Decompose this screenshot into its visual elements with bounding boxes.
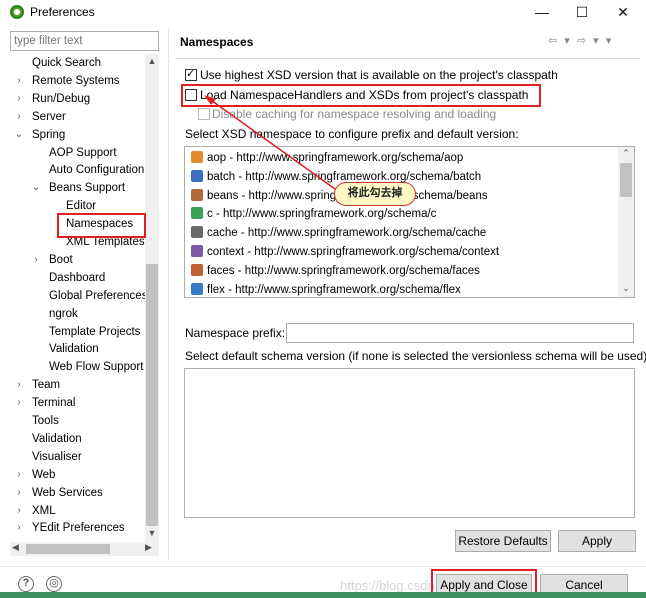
tree-item-label: Beans Support	[49, 182, 126, 195]
eclipse-app-icon	[10, 5, 24, 19]
namespace-icon	[191, 207, 203, 220]
tree-expand-icon[interactable]: ›	[14, 72, 24, 90]
scroll-up-icon[interactable]: ▲	[145, 56, 159, 66]
namespace-text: faces - http://www.springframework.org/s…	[207, 264, 480, 277]
scroll-left-icon[interactable]: ◀	[12, 542, 19, 553]
namespace-text: cache - http://www.springframework.org/s…	[207, 227, 487, 240]
scroll-down-icon[interactable]: ▼	[145, 528, 159, 538]
namespace-list-scrollbar[interactable]: ⌃ ⌄	[618, 147, 634, 297]
namespace-prefix-label: Namespace prefix:	[185, 326, 286, 340]
title-bar: Preferences — ☐ ✕	[0, 0, 646, 24]
maximize-button[interactable]: ☐	[570, 2, 594, 22]
list-scroll-thumb[interactable]	[620, 163, 632, 197]
import-export-icon[interactable]: ◎	[46, 576, 62, 592]
default-schema-label: Select default schema version (if none i…	[185, 349, 646, 363]
namespace-text: flex - http://www.springframework.org/sc…	[207, 283, 461, 296]
preference-tree: Quick Search › Remote Systems › Run/Debug › Se…	[10, 54, 159, 542]
tree-item-label: Web	[32, 468, 56, 481]
tree-vertical-scrollbar[interactable]: ▲ ▼	[145, 54, 159, 542]
tree-item-label: Quick Search	[32, 57, 102, 69]
tree-item-label: Validation	[32, 432, 82, 445]
namespace-text: context - http://www.springframework.org…	[207, 246, 500, 258]
tree-item-label: Global Preferences	[49, 289, 148, 302]
tree-item-label: XML	[32, 504, 56, 517]
tree-item-label: Tools	[32, 415, 59, 427]
tree-horizontal-scrollbar[interactable]: ◀ ▶	[10, 542, 159, 556]
namespace-list-item[interactable]: faces - http://www.springframework.org/s…	[191, 262, 480, 281]
tree-item-label: Web Flow Support	[49, 361, 144, 374]
tree-item-label: Terminal	[32, 397, 76, 410]
preferences-window: Preferences — ☐ ✕ Quick Search › Remote Sy…	[0, 0, 646, 598]
tree-item-label: Team	[32, 379, 61, 392]
tree-item-label: ngrok	[49, 307, 78, 320]
hscroll-thumb[interactable]	[26, 544, 110, 554]
tree-expand-icon[interactable]: ›	[14, 519, 24, 537]
tree-item-label: Remote Systems	[32, 74, 120, 87]
use-highest-checkbox[interactable]	[185, 67, 197, 81]
namespace-icon	[191, 282, 203, 295]
tree-item-label: Validation	[49, 343, 99, 356]
tree-expand-icon[interactable]: ›	[14, 484, 24, 502]
tree-expand-icon[interactable]: ⌄	[14, 126, 24, 144]
tree-expand-icon[interactable]: ›	[31, 251, 41, 269]
tree-item-label: Boot	[49, 253, 73, 266]
minimize-button[interactable]: —	[530, 2, 554, 22]
tree-item-label: Server	[32, 110, 66, 123]
help-icon[interactable]: ?	[18, 576, 34, 592]
tree-item-label: Dashboard	[49, 271, 106, 284]
header-divider	[175, 58, 640, 59]
tree-expand-icon[interactable]: ›	[14, 502, 24, 520]
tree-expand-icon[interactable]: ⌄	[31, 179, 41, 197]
annotation-arrow	[204, 95, 343, 195]
namespaces-highlight-box	[57, 213, 146, 238]
namespace-icon	[191, 226, 203, 239]
namespace-prefix-input[interactable]	[286, 323, 634, 343]
window-title: Preferences	[30, 5, 95, 19]
namespace-list-item[interactable]: context - http://www.springframework.org…	[191, 243, 499, 262]
tree-item-label: Run/Debug	[32, 92, 91, 105]
tree-item-label: Visualiser	[32, 450, 82, 463]
tree-item-label: Web Services	[32, 486, 103, 499]
tree-expand-icon[interactable]: ›	[14, 90, 24, 108]
namespace-list-item[interactable]: flex - http://www.springframework.org/sc…	[191, 281, 461, 297]
tree-item-label: YEdit Preferences	[32, 522, 125, 535]
tree-item-label: Spring	[32, 128, 66, 141]
tree-item-label: Auto Configuration	[49, 164, 145, 177]
tree-expand-icon[interactable]: ›	[14, 394, 24, 412]
namespace-text: c - http://www.springframework.org/schem…	[207, 208, 437, 221]
restore-defaults-button[interactable]: Restore Defaults	[455, 530, 551, 552]
list-scroll-up-icon[interactable]: ⌃	[619, 148, 633, 159]
apply-button[interactable]: Apply	[558, 530, 636, 552]
tree-expand-icon[interactable]: ›	[14, 108, 24, 126]
tree-item-label: Template Projects	[49, 325, 141, 338]
footer-divider	[0, 566, 646, 567]
namespace-list-item[interactable]: cache - http://www.springframework.org/s…	[191, 224, 486, 243]
list-scroll-down-icon[interactable]: ⌄	[619, 283, 633, 294]
tree-expand-icon[interactable]: ›	[14, 376, 24, 394]
panel-splitter[interactable]	[168, 28, 169, 560]
page-navigation-buttons[interactable]: ⇦ ▾ ⇨ ▾ ▾	[548, 34, 613, 47]
close-button[interactable]: ✕	[611, 2, 635, 22]
use-highest-label: Use highest XSD version that is availabl…	[200, 68, 558, 82]
namespace-icon	[191, 245, 203, 257]
filter-input[interactable]	[10, 31, 159, 51]
namespace-icon	[191, 263, 203, 276]
footer-strip	[0, 592, 646, 598]
page-title: Namespaces	[180, 35, 254, 49]
tree-expand-icon[interactable]: ›	[14, 466, 24, 484]
schema-version-list[interactable]	[184, 368, 635, 518]
tree-item-label: AOP Support	[49, 146, 117, 159]
scroll-thumb[interactable]	[146, 264, 158, 526]
scroll-right-icon[interactable]: ▶	[145, 542, 152, 553]
annotation-callout: 将此勾去掉	[334, 182, 416, 206]
namespace-list-item[interactable]: c - http://www.springframework.org/schem…	[191, 205, 436, 224]
